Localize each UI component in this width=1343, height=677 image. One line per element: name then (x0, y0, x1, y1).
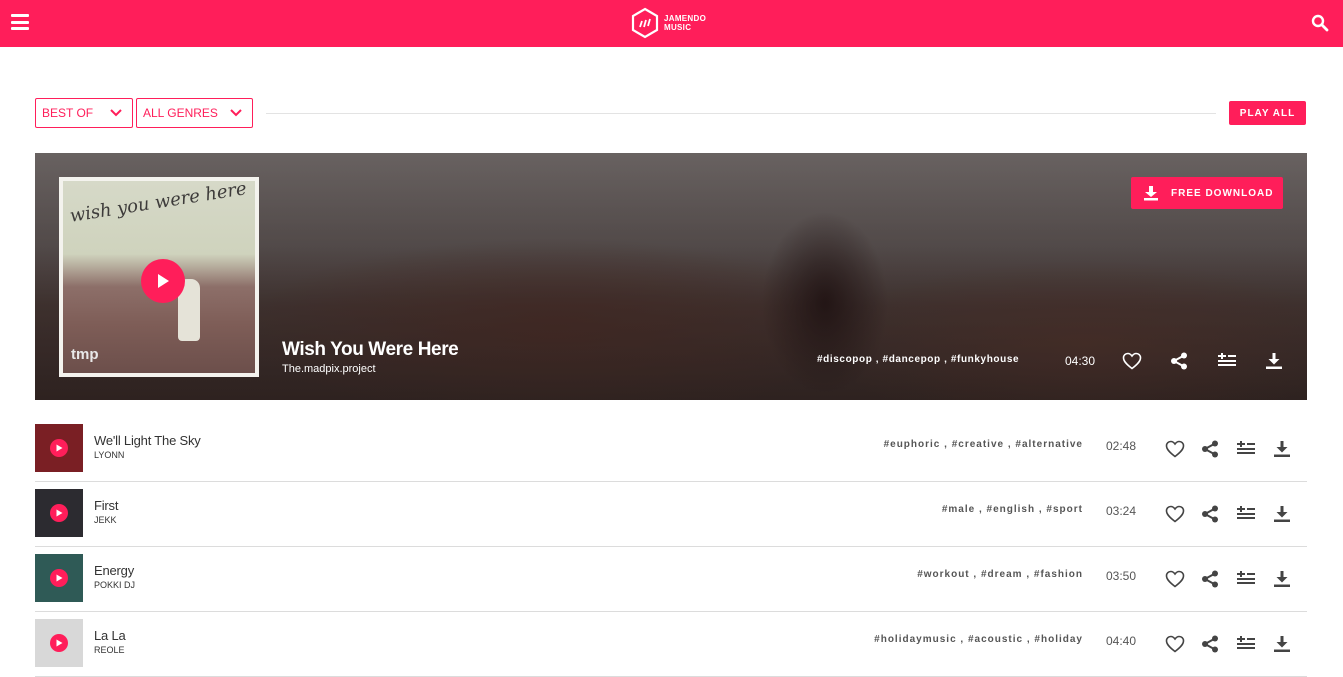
track-duration: 03:50 (1106, 569, 1137, 583)
track-thumbnail[interactable] (35, 489, 83, 537)
cover-brand-text: tmp (71, 346, 99, 363)
heart-icon[interactable] (1163, 567, 1187, 591)
track-tags[interactable]: #workout , #dream , #fashion (917, 569, 1083, 580)
track-title[interactable]: We'll Light The Sky (94, 433, 201, 448)
sort-select-value: BEST OF (42, 106, 94, 120)
share-icon[interactable] (1198, 437, 1222, 461)
featured-cover[interactable]: wish you were here tmp (59, 177, 259, 377)
search-icon[interactable] (1311, 14, 1329, 32)
logo-line-1: JAMENDO (664, 14, 707, 23)
free-download-button[interactable]: FREE DOWNLOAD (1131, 177, 1283, 209)
track-duration: 02:48 (1106, 439, 1137, 453)
featured-track-banner: wish you were here tmp FREE DOWNLOAD Wis… (35, 153, 1307, 400)
add-to-playlist-icon[interactable] (1215, 349, 1239, 373)
play-icon (56, 509, 62, 517)
track-artist[interactable]: POKKI DJ (94, 580, 135, 590)
share-icon[interactable] (1198, 567, 1222, 591)
share-icon[interactable] (1198, 632, 1222, 656)
featured-title[interactable]: Wish You Were Here (282, 339, 459, 361)
free-download-label: FREE DOWNLOAD (1171, 187, 1274, 199)
chevron-down-icon (230, 109, 242, 117)
track-thumbnail[interactable] (35, 424, 83, 472)
track-artist[interactable]: JEKK (94, 515, 117, 525)
track-play-button[interactable] (50, 569, 68, 587)
track-play-button[interactable] (50, 504, 68, 522)
track-play-button[interactable] (50, 634, 68, 652)
play-icon (56, 444, 62, 452)
featured-tags[interactable]: #discopop , #dancepop , #funkyhouse (817, 354, 1019, 365)
download-icon[interactable] (1270, 632, 1294, 656)
genre-select-value: ALL GENRES (143, 106, 218, 120)
track-title[interactable]: La La (94, 628, 126, 643)
track-row: We'll Light The Sky LYONN #euphoric , #cre… (35, 417, 1307, 482)
add-to-playlist-icon[interactable] (1234, 502, 1258, 526)
add-to-playlist-icon[interactable] (1234, 567, 1258, 591)
top-bar: JAMENDO MUSIC (0, 0, 1343, 47)
jamendo-hexagon-icon (631, 7, 659, 39)
track-title[interactable]: Energy (94, 563, 134, 578)
hamburger-menu-icon[interactable] (11, 14, 29, 30)
track-thumbnail[interactable] (35, 554, 83, 602)
heart-icon[interactable] (1163, 437, 1187, 461)
jamendo-logo[interactable]: JAMENDO MUSIC (631, 7, 706, 39)
track-duration: 03:24 (1106, 504, 1137, 518)
track-play-button[interactable] (50, 439, 68, 457)
download-icon (1144, 186, 1158, 201)
track-tags[interactable]: #holidaymusic , #acoustic , #holiday (874, 634, 1083, 645)
track-row: Energy POKKI DJ #workout , #dream , #fashi… (35, 547, 1307, 612)
filter-bar: BEST OF ALL GENRES (35, 98, 253, 128)
play-icon (158, 274, 169, 288)
track-row: La La REOLE #holidaymusic , #acoustic , #h… (35, 612, 1307, 677)
chevron-down-icon (110, 109, 122, 117)
download-icon[interactable] (1270, 567, 1294, 591)
play-all-button[interactable]: PLAY ALL (1229, 101, 1306, 125)
logo-line-2: MUSIC (664, 23, 692, 32)
track-duration: 04:40 (1106, 634, 1137, 648)
heart-icon[interactable] (1163, 502, 1187, 526)
heart-icon[interactable] (1120, 349, 1144, 373)
cover-script-text: wish you were here (68, 181, 249, 227)
share-icon[interactable] (1198, 502, 1222, 526)
track-tags[interactable]: #euphoric , #creative , #alternative (884, 439, 1083, 450)
sort-select[interactable]: BEST OF (35, 98, 133, 128)
track-artist[interactable]: REOLE (94, 645, 125, 655)
play-icon (56, 574, 62, 582)
track-artist[interactable]: LYONN (94, 450, 124, 460)
download-icon[interactable] (1270, 502, 1294, 526)
genre-select[interactable]: ALL GENRES (136, 98, 253, 128)
download-icon[interactable] (1262, 349, 1286, 373)
featured-artist[interactable]: The.madpix.project (282, 363, 376, 375)
add-to-playlist-icon[interactable] (1234, 632, 1258, 656)
track-thumbnail[interactable] (35, 619, 83, 667)
track-tags[interactable]: #male , #english , #sport (942, 504, 1083, 515)
featured-duration: 04:30 (1065, 354, 1096, 368)
share-icon[interactable] (1167, 349, 1191, 373)
download-icon[interactable] (1270, 437, 1294, 461)
heart-icon[interactable] (1163, 632, 1187, 656)
filter-divider (266, 113, 1216, 114)
cover-art: wish you were here tmp (63, 181, 255, 373)
track-row: First JEKK #male , #english , #sport 03:24 (35, 482, 1307, 547)
track-title[interactable]: First (94, 498, 118, 513)
add-to-playlist-icon[interactable] (1234, 437, 1258, 461)
play-icon (56, 639, 62, 647)
featured-play-button[interactable] (141, 259, 185, 303)
logo-text: JAMENDO MUSIC (664, 14, 706, 32)
